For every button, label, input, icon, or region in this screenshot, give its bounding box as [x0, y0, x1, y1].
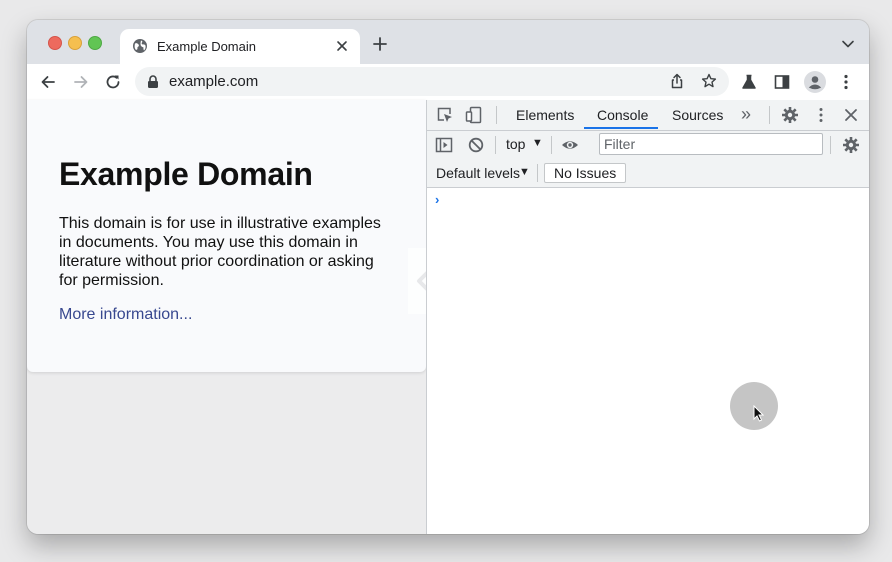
back-arrow-icon[interactable]	[39, 73, 57, 91]
context-selector[interactable]: top	[506, 136, 525, 152]
kebab-menu-icon[interactable]	[812, 106, 830, 124]
more-tabs-button[interactable]: »	[741, 104, 751, 125]
log-levels-dropdown[interactable]: Default levels	[436, 165, 520, 181]
browser-viewport: Example Domain This domain is for use in…	[27, 100, 869, 534]
tab-title: Example Domain	[157, 39, 256, 54]
issues-button[interactable]: No Issues	[544, 163, 627, 183]
console-prompt[interactable]: ›	[435, 192, 439, 207]
toolbar-separator	[769, 106, 770, 124]
devtools-tab-bar: Elements Console Sources »	[427, 100, 869, 131]
lock-icon[interactable]	[147, 75, 159, 88]
page-heading: Example Domain	[59, 156, 313, 192]
minimize-window-button[interactable]	[68, 36, 82, 50]
context-dropdown-arrow-icon[interactable]: ▼	[532, 137, 543, 149]
sidebar-toggle-icon[interactable]	[435, 136, 453, 154]
toolbar-separator	[537, 164, 538, 182]
share-icon[interactable]	[669, 73, 685, 89]
close-window-button[interactable]	[48, 36, 62, 50]
toolbar-separator	[495, 136, 496, 154]
kebab-menu-icon[interactable]	[837, 73, 855, 91]
toolbar-separator	[551, 136, 552, 154]
gear-icon[interactable]	[842, 136, 860, 154]
browser-toolbar: example.com	[27, 64, 869, 100]
tab-console[interactable]: Console	[597, 107, 648, 123]
eye-icon[interactable]	[561, 136, 579, 154]
more-information-link[interactable]: More information...	[59, 306, 192, 324]
new-tab-icon[interactable]	[372, 36, 388, 52]
browser-window: Example Domain example.com Example Domai…	[27, 20, 869, 534]
tab-sources[interactable]: Sources	[672, 107, 723, 123]
toolbar-separator	[830, 136, 831, 154]
forward-arrow-icon[interactable]	[72, 73, 90, 91]
close-icon[interactable]	[842, 106, 860, 124]
device-toolbar-icon[interactable]	[465, 106, 483, 124]
profile-avatar-icon[interactable]	[804, 71, 826, 93]
toolbar-separator	[496, 106, 497, 124]
page-paragraph: This domain is for use in illustrative e…	[59, 215, 381, 289]
url-text: example.com	[169, 73, 259, 90]
address-bar[interactable]: example.com	[135, 67, 729, 96]
title-bar: Example Domain	[27, 20, 869, 64]
devtools-panel: Elements Console Sources » top ▼ Filter …	[426, 100, 869, 534]
inspect-element-icon[interactable]	[436, 106, 454, 124]
globe-icon	[133, 39, 147, 53]
console-toolbar: top ▼	[427, 131, 869, 159]
console-levels-bar: Default levels ▼ No Issues	[427, 159, 869, 188]
reload-icon[interactable]	[104, 73, 122, 91]
clear-console-icon[interactable]	[467, 136, 485, 154]
filter-input[interactable]	[599, 133, 823, 155]
close-tab-icon[interactable]	[334, 38, 350, 54]
chevron-down-icon[interactable]	[841, 37, 855, 51]
web-page: Example Domain This domain is for use in…	[27, 100, 426, 372]
mouse-pointer-icon	[753, 405, 764, 422]
side-panel-icon[interactable]	[773, 73, 791, 91]
gear-icon[interactable]	[781, 106, 799, 124]
maximize-window-button[interactable]	[88, 36, 102, 50]
browser-tab[interactable]: Example Domain	[120, 29, 360, 64]
tab-elements[interactable]: Elements	[516, 107, 574, 123]
labs-flask-icon[interactable]	[740, 73, 758, 91]
active-tab-indicator	[584, 127, 658, 129]
levels-dropdown-arrow-icon[interactable]: ▼	[519, 166, 530, 178]
star-icon[interactable]	[701, 73, 717, 89]
